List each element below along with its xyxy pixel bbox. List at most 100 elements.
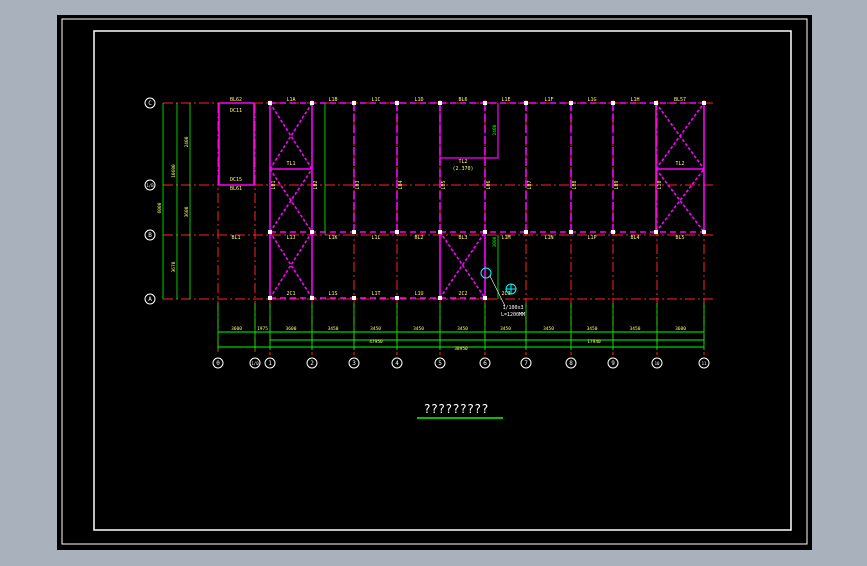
label-stair-dim: 1000	[492, 236, 498, 247]
axis-label-col: 4	[395, 360, 399, 367]
dim-bay-label: 3450	[500, 326, 511, 332]
axis-label-col: 11	[702, 361, 707, 366]
label-dc-top: DC11	[230, 108, 242, 114]
beam-label-top: BL57	[674, 97, 686, 103]
beam-label-b: L1N	[544, 235, 553, 241]
beam-label-top: L1F	[544, 97, 553, 103]
axis-label-col: 3	[352, 360, 356, 367]
beam-label-a: L1T	[371, 291, 380, 297]
axis-label-col: 0	[216, 360, 220, 367]
dim-bay-label: 3450	[630, 326, 641, 332]
dim-bay-label: 3450	[370, 326, 381, 332]
beam-label-top: L1H	[630, 97, 639, 103]
dim-bay-label: 1975	[257, 326, 268, 332]
beam-label-vertical: L05	[441, 180, 447, 189]
dim-bay-label: 3600	[675, 326, 686, 332]
column-marker	[702, 230, 706, 234]
dim-left-label: 2400	[184, 136, 190, 147]
dim-subtotal-right: 17940	[587, 339, 601, 345]
axis-label-col: 7	[524, 360, 528, 367]
beam-label-top: L1G	[587, 97, 596, 103]
beam-label-vertical: L02	[313, 180, 319, 189]
label-tl-center-sub: (2.370)	[452, 166, 473, 172]
beam-label-b: L1M	[501, 235, 510, 241]
beam-label-a: 2C2	[458, 291, 467, 297]
dim-bay-label: 3450	[413, 326, 424, 332]
axis-label-col: 1/0	[251, 361, 259, 366]
drawing-title: ?????????	[423, 402, 488, 416]
beam-label-vertical: L06	[486, 180, 492, 189]
beam-label-a: L1U	[414, 291, 423, 297]
label-tl-right: TL2	[675, 161, 684, 167]
axis-label-row: A	[148, 296, 152, 303]
column-marker	[438, 296, 442, 300]
dim-left-label: 3670	[171, 261, 177, 272]
dim-left-label: 3600	[184, 206, 190, 217]
beam-label-vertical: L09	[614, 180, 620, 189]
beam-label-top: L1D	[414, 97, 423, 103]
beam-label-top: BL62	[230, 97, 242, 103]
axis-label-col: 1	[268, 360, 272, 367]
beam-label-b: BL3	[458, 235, 467, 241]
beam-label-top: L1C	[371, 97, 380, 103]
beam-label-vertical: L07	[527, 180, 533, 189]
cad-viewport[interactable]: 3600 1975 3600 3450 3450 3450 3450 3450 3450 3450…	[0, 0, 867, 562]
dim-bay-label: 3600	[286, 326, 297, 332]
column-marker	[268, 296, 272, 300]
column-marker	[352, 296, 356, 300]
label-cut-dim: 2400	[492, 124, 498, 135]
label-tl-left: TL1	[286, 161, 295, 167]
column-marker	[310, 296, 314, 300]
column-marker	[611, 230, 615, 234]
axis-label-col: 5	[438, 360, 442, 367]
beam-label-top: L1E	[501, 97, 510, 103]
axis-label-col: 9	[611, 360, 615, 367]
axis-label-col: 8	[569, 360, 573, 367]
column-marker	[438, 230, 442, 234]
axis-label-row: B	[148, 232, 152, 239]
column-marker	[395, 296, 399, 300]
beam-label-top: L1B	[328, 97, 337, 103]
beam-label-b: BL1	[231, 235, 240, 241]
column-marker	[395, 230, 399, 234]
dim-overall-label: 38950	[454, 346, 468, 352]
column-marker	[438, 101, 442, 105]
dim-left-label: 10600	[171, 164, 177, 178]
dim-bay-label: 3450	[457, 326, 468, 332]
axis-label-col: 10	[655, 361, 660, 366]
axis-label-col: 6	[483, 360, 487, 367]
dim-bay-label: 3450	[543, 326, 554, 332]
beam-label-b: L1K	[328, 235, 337, 241]
axis-label-row: 1/B	[146, 183, 154, 188]
column-marker	[524, 230, 528, 234]
beam-label-vertical: L10	[657, 180, 663, 189]
beam-label-vertical: L03	[355, 180, 361, 189]
beam-label-b: BL5	[675, 235, 684, 241]
column-marker	[268, 230, 272, 234]
axis-label-col: 2	[310, 360, 314, 367]
beam-label-vertical: L08	[572, 180, 578, 189]
beam-label-a: L1S	[328, 291, 337, 297]
label-stair-note-1: 1/100x3	[502, 305, 523, 311]
column-marker	[524, 101, 528, 105]
label-tl-center: TL2	[458, 159, 467, 165]
column-marker	[483, 230, 487, 234]
beam-label-vertical: L04	[398, 180, 404, 189]
sheet-shadow	[57, 15, 812, 550]
beam-label-b: BL4	[630, 235, 639, 241]
column-marker	[611, 101, 615, 105]
column-marker	[310, 101, 314, 105]
column-marker	[352, 230, 356, 234]
structural-plan-drawing: 3600 1975 3600 3450 3450 3450 3450 3450 3450 3450…	[57, 15, 812, 550]
beam-label-vertical: L01	[271, 180, 277, 189]
label-dc-mid: DC15	[230, 177, 242, 183]
column-marker	[268, 101, 272, 105]
column-marker	[310, 230, 314, 234]
beam-label-b: L1P	[587, 235, 596, 241]
beam-label-a: 2C3	[501, 291, 510, 297]
axis-label-row: C	[148, 100, 152, 107]
column-marker	[569, 230, 573, 234]
column-marker	[483, 296, 487, 300]
dim-left-label: 6000	[157, 202, 163, 213]
column-marker	[483, 101, 487, 105]
